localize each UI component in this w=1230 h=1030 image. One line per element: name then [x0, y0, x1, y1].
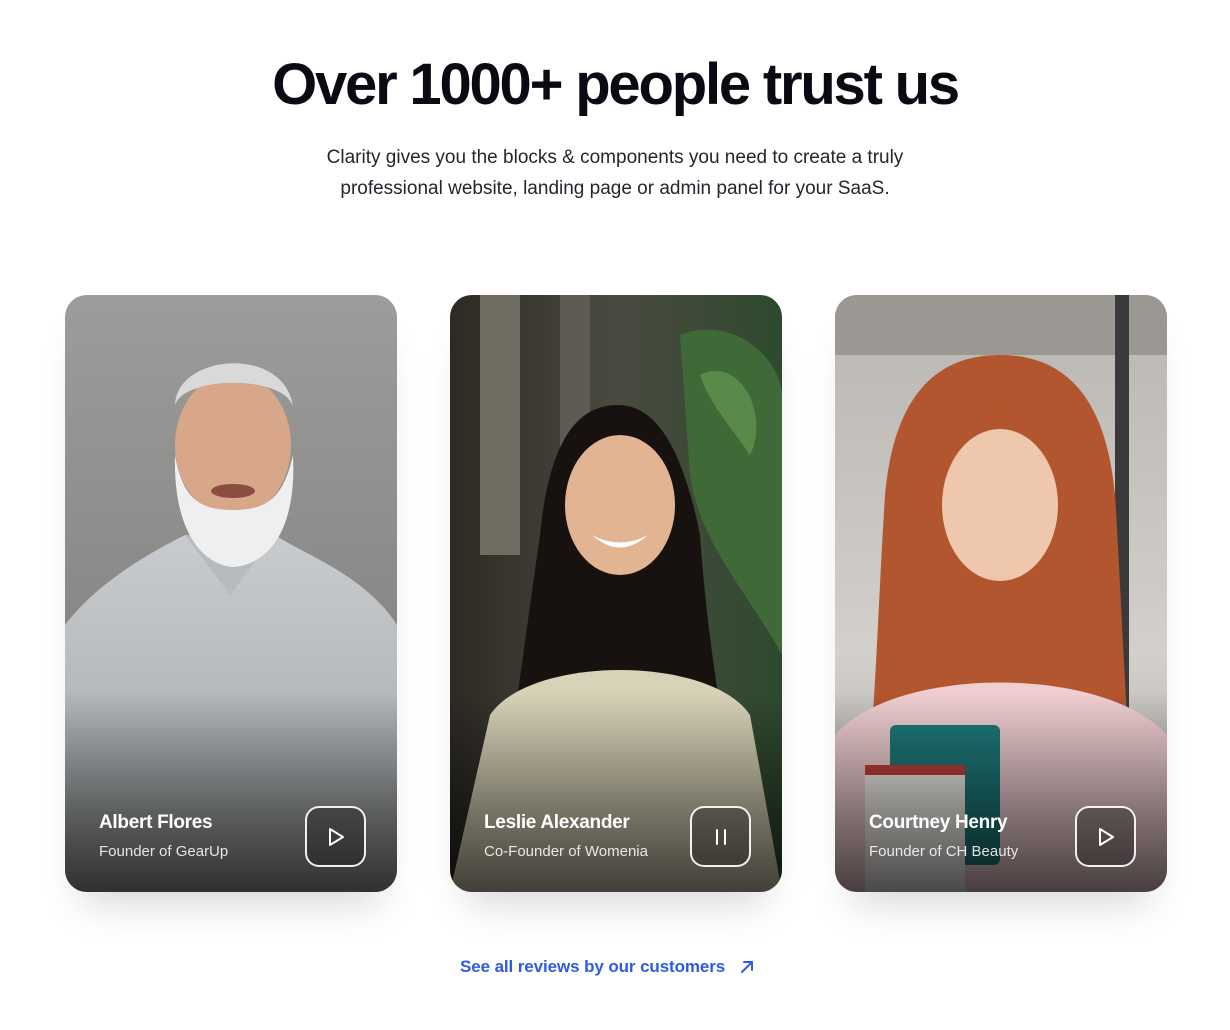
arrow-up-right-icon	[741, 961, 754, 973]
pause-icon	[715, 828, 726, 845]
testimonial-card[interactable]: Courtney Henry Founder of CH Beauty	[835, 295, 1167, 892]
testimonials-section: Over 1000+ people trust us Clarity gives…	[0, 0, 1230, 1030]
customer-name: Courtney Henry	[869, 812, 1008, 833]
testimonial-card[interactable]: Leslie Alexander Co-Founder of Womenia	[450, 295, 782, 892]
customer-role: Founder of GearUp	[99, 843, 229, 860]
customer-name: Albert Flores	[99, 812, 213, 833]
play-button[interactable]	[1075, 806, 1136, 867]
customer-name: Leslie Alexander	[484, 812, 630, 833]
see-all-reviews-link[interactable]: See all reviews by our customers	[460, 955, 755, 979]
customer-role: Co-Founder of Womenia	[484, 843, 648, 860]
play-icon	[1098, 827, 1114, 846]
play-button[interactable]	[305, 806, 366, 867]
pause-button[interactable]	[690, 806, 751, 867]
section-subtitle: Clarity gives you the blocks & component…	[265, 142, 965, 204]
subtitle-line-1: Clarity gives you the blocks & component…	[326, 147, 904, 168]
testimonial-card[interactable]: Albert Flores Founder of GearUp	[65, 295, 397, 892]
section-title: Over 1000+ people trust us	[272, 52, 960, 117]
subtitle-line-2: professional website, landing page or ad…	[340, 178, 890, 199]
customer-role: Founder of CH Beauty	[869, 843, 1019, 860]
play-icon	[328, 827, 344, 846]
see-all-reviews-label: See all reviews by our customers	[460, 957, 726, 976]
